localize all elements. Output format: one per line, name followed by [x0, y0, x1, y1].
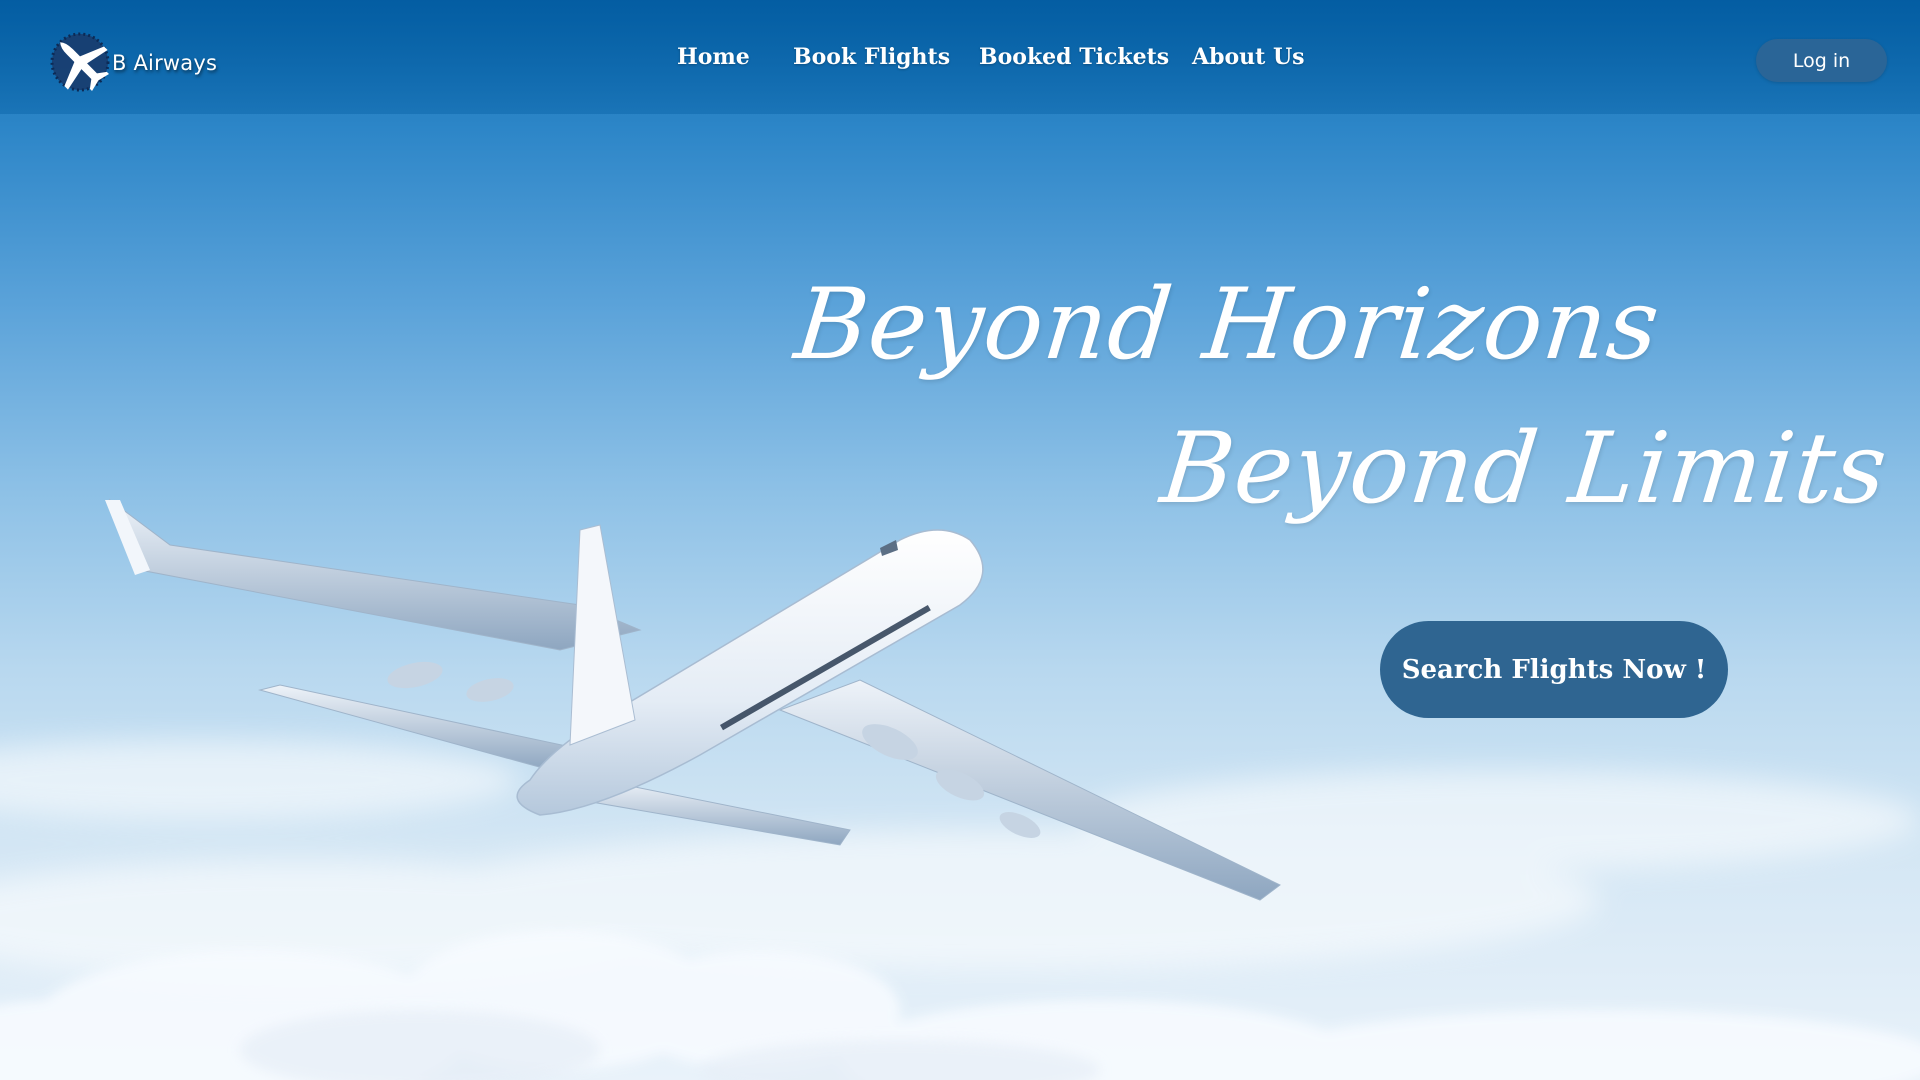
- airplane-logo-icon: [50, 32, 110, 92]
- hero-headline-line1: Beyond Horizons: [790, 268, 1666, 382]
- nav-book-flights[interactable]: Book Flights: [793, 44, 950, 70]
- nav-booked-tickets[interactable]: Booked Tickets: [979, 44, 1169, 70]
- login-button[interactable]: Log in: [1756, 39, 1887, 82]
- brand[interactable]: B Airways: [44, 28, 217, 98]
- nav-home[interactable]: Home: [677, 44, 750, 70]
- search-flights-button[interactable]: Search Flights Now !: [1380, 621, 1728, 718]
- hero-headline-line2: Beyond Limits: [1156, 412, 1893, 526]
- brand-name: B Airways: [112, 51, 218, 75]
- nav-about-us[interactable]: About Us: [1192, 44, 1305, 70]
- top-navbar: B Airways Home Book Flights Booked Ticke…: [0, 0, 1920, 114]
- airplane-illustration: [105, 498, 1281, 901]
